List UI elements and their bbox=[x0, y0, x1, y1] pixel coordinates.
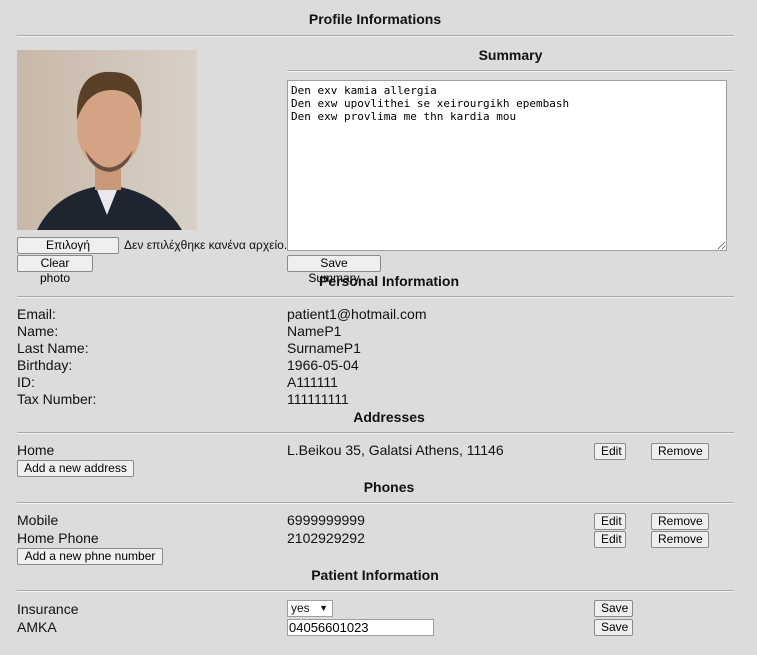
save-summary-button[interactable]: Save Summary bbox=[287, 255, 381, 285]
personal-label: Name: bbox=[17, 323, 59, 339]
divider bbox=[287, 70, 734, 72]
phone-label: Mobile bbox=[17, 512, 59, 528]
address-label: Home bbox=[17, 442, 55, 458]
page-title: Profile Informations bbox=[308, 11, 442, 27]
divider bbox=[17, 296, 734, 298]
personal-value: 1966-05-04 bbox=[287, 357, 359, 373]
save-amka-button[interactable]: Save bbox=[594, 619, 633, 636]
amka-input[interactable] bbox=[287, 619, 434, 636]
phones-heading: Phones bbox=[363, 479, 415, 495]
divider bbox=[17, 35, 734, 37]
personal-heading: Personal Information bbox=[318, 273, 460, 289]
add-phone-button[interactable]: Add a new phne number bbox=[17, 548, 163, 565]
summary-heading: Summary bbox=[478, 47, 543, 63]
phone-label: Home Phone bbox=[17, 530, 99, 546]
save-insurance-button[interactable]: Save bbox=[594, 600, 633, 617]
insurance-select[interactable]: yes ▼ bbox=[287, 600, 333, 617]
divider bbox=[17, 590, 734, 592]
chevron-down-icon: ▼ bbox=[319, 603, 328, 613]
personal-value: NameP1 bbox=[287, 323, 342, 339]
clear-photo-button[interactable]: Clear photo bbox=[17, 255, 93, 285]
personal-label: Birthday: bbox=[17, 357, 73, 373]
profile-photo bbox=[17, 50, 197, 230]
add-address-button[interactable]: Add a new address bbox=[17, 460, 134, 477]
edit-phone-button[interactable]: Edit bbox=[594, 531, 626, 548]
phone-value: 2102929292 bbox=[287, 530, 365, 546]
edit-phone-button[interactable]: Edit bbox=[594, 513, 626, 530]
insurance-label: Insurance bbox=[17, 601, 79, 617]
summary-textarea[interactable]: Den exv kamia allergia Den exw upovlithe… bbox=[287, 80, 727, 251]
insurance-value: yes bbox=[291, 601, 310, 615]
no-file-text: Δεν επιλέχθηκε κανένα αρχείο. bbox=[124, 238, 288, 252]
remove-address-button[interactable]: Remove bbox=[651, 443, 709, 460]
personal-label: Last Name: bbox=[17, 340, 89, 356]
choose-file-button[interactable]: Επιλογή αρχείου bbox=[17, 237, 119, 267]
personal-label: ID: bbox=[17, 374, 35, 390]
personal-value: 111111111 bbox=[287, 391, 349, 407]
personal-value: patient1@hotmail.com bbox=[287, 306, 427, 322]
address-value: L.Beikou 35, Galatsi Athens, 11146 bbox=[287, 442, 504, 458]
divider bbox=[17, 502, 734, 504]
personal-label: Tax Number: bbox=[17, 391, 97, 407]
patient-heading: Patient Information bbox=[311, 567, 439, 583]
amka-label: AMKA bbox=[17, 619, 57, 635]
personal-value: A111111 bbox=[287, 374, 338, 390]
phone-value: 6999999999 bbox=[287, 512, 365, 528]
remove-phone-button[interactable]: Remove bbox=[651, 513, 709, 530]
edit-address-button[interactable]: Edit bbox=[594, 443, 626, 460]
addresses-heading: Addresses bbox=[353, 409, 425, 425]
personal-value: SurnameP1 bbox=[287, 340, 361, 356]
personal-label: Email: bbox=[17, 306, 56, 322]
divider bbox=[17, 432, 734, 434]
remove-phone-button[interactable]: Remove bbox=[651, 531, 709, 548]
